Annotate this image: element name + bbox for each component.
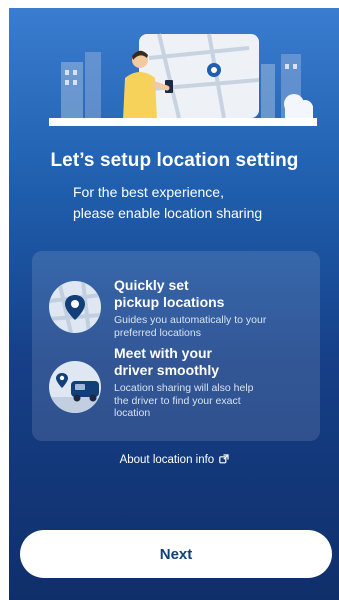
features-card: Quickly set pickup locations Guides you … xyxy=(32,251,320,441)
feature-description: Guides you automatically to your preferr… xyxy=(114,314,309,339)
page-title: Let’s setup location setting xyxy=(50,150,299,171)
feature-meet-driver: Meet with your driver smoothly Location … xyxy=(32,343,320,435)
location-illustration xyxy=(49,33,317,126)
feature-description: Location sharing will also help the driv… xyxy=(114,382,309,420)
feature-description-line-2: preferred locations xyxy=(114,326,201,339)
feature-description-line-1: Location sharing will also help xyxy=(114,382,254,394)
feature-description-line-3: location xyxy=(114,407,151,419)
subtitle-line-1: For the best experience, xyxy=(73,184,224,200)
feature-pickup-locations: Quickly set pickup locations Guides you … xyxy=(32,263,320,343)
feature-heading-line-2: pickup locations xyxy=(114,294,225,310)
feature-description-line-2: the driver to find your exact xyxy=(114,394,241,407)
feature-heading: Quickly set pickup locations xyxy=(114,277,314,311)
subtitle-line-2: please enable location sharing xyxy=(73,205,263,221)
about-location-info-link[interactable]: About location info xyxy=(9,454,339,466)
feature-heading-line-1: Quickly set xyxy=(114,277,189,293)
feature-heading: Meet with your driver smoothly xyxy=(114,345,314,379)
about-link-label: About location info xyxy=(119,454,215,466)
feature-heading-line-2: driver smoothly xyxy=(114,362,220,378)
external-link-icon xyxy=(219,454,230,464)
feature-heading-line-1: Meet with your xyxy=(114,345,213,361)
location-setup-screen: Let’s setup location setting For the bes… xyxy=(9,8,339,600)
page-subtitle: For the best experience, please enable l… xyxy=(73,182,323,224)
next-button[interactable]: Next xyxy=(20,530,332,578)
next-button-label: Next xyxy=(159,545,193,563)
feature-description-line-1: Guides you automatically to your xyxy=(114,314,267,326)
car-location-icon xyxy=(49,361,101,413)
map-pin-icon xyxy=(49,281,101,333)
